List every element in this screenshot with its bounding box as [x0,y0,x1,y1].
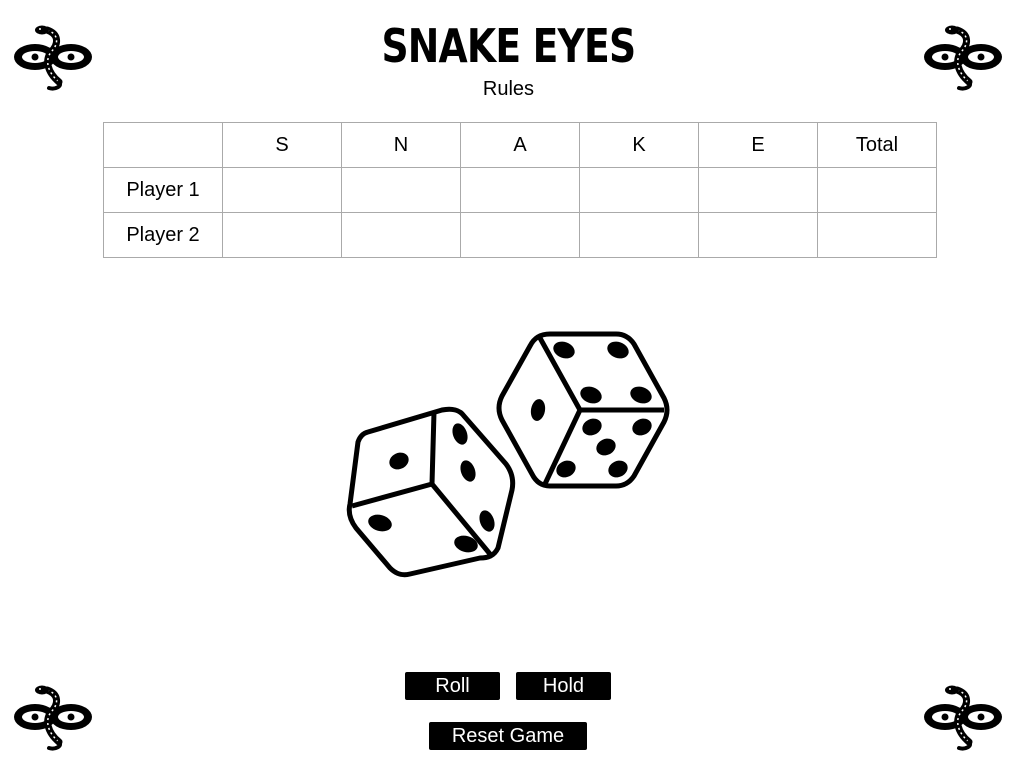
scoreboard-table: S N A K E Total Player 1 Player 2 [103,122,937,258]
snake-logo-icon [921,682,1005,752]
reset-game-button[interactable]: Reset Game [429,722,587,750]
player-2-score-k [579,212,699,258]
header-cell-a: A [460,122,580,168]
player-2-row: Player 2 [103,212,937,258]
left-die [346,406,516,578]
scoreboard-header-row: S N A K E Total [103,122,937,168]
player-2-score-n [341,212,461,258]
player-2-label: Player 2 [103,212,223,258]
player-1-label: Player 1 [103,167,223,213]
dice-pair-icon [330,320,690,590]
header-cell-e: E [698,122,818,168]
player-2-score-a [460,212,580,258]
page-title: SNAKE EYES [381,19,636,73]
player-2-score-e [698,212,818,258]
hold-button[interactable]: Hold [516,672,611,700]
player-1-row: Player 1 [103,167,937,213]
header-cell-total: Total [817,122,937,168]
header-cell-s: S [222,122,342,168]
header-cell-n: N [341,122,461,168]
header-cell-k: K [579,122,699,168]
player-1-score-s [222,167,342,213]
snake-logo-icon [11,682,95,752]
roll-button[interactable]: Roll [405,672,500,700]
player-1-total [817,167,937,213]
right-die [496,331,670,489]
player-1-score-n [341,167,461,213]
player-1-score-e [698,167,818,213]
player-2-score-s [222,212,342,258]
player-1-score-a [460,167,580,213]
player-1-score-k [579,167,699,213]
rules-link[interactable]: Rules [0,77,1017,101]
header-cell-empty [103,122,223,168]
player-2-total [817,212,937,258]
